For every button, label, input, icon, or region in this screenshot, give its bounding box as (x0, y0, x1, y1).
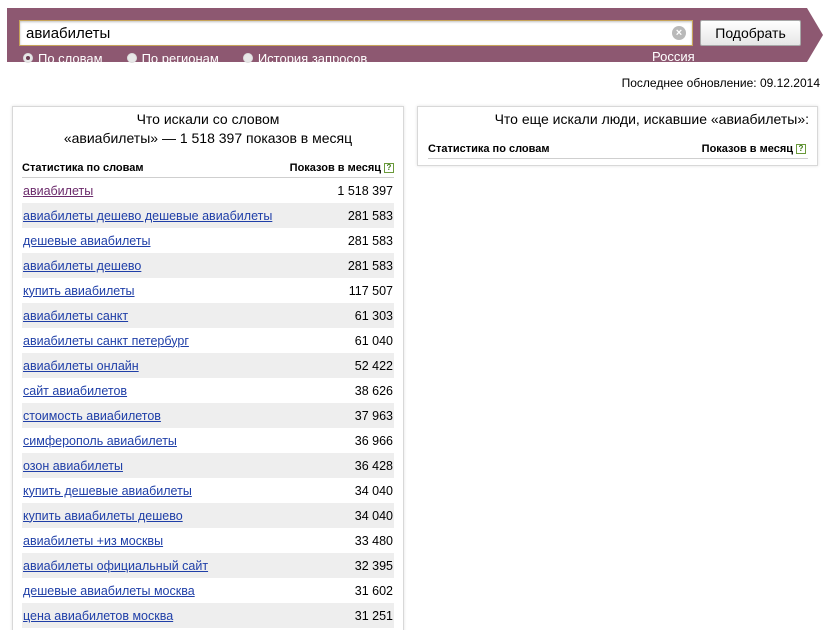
table-row: авиабилеты онлайн 52 422 (22, 353, 394, 378)
mode-by-words-label: По словам (38, 50, 103, 66)
table-row: сайт авиабилетов 38 626 (22, 378, 394, 403)
radio-checked-icon (23, 53, 33, 63)
words-panel-title: Что искали со словом «авиабилеты» — 1 51… (13, 107, 403, 148)
mode-history-label: История запросов (257, 50, 368, 66)
shows-count: 36 966 (354, 433, 393, 448)
mode-by-regions[interactable]: По регионам (126, 50, 219, 66)
words-table-body: авиабилеты 1 518 397 авиабилеты дешево деш… (22, 178, 394, 628)
related-panel-title: Что еще искали люди, искавшие «авиабилет… (494, 111, 809, 127)
table-row: авиабилеты дешево дешевые авиабилеты 281 … (22, 203, 394, 228)
shows-count: 32 395 (354, 558, 393, 573)
col-words-header: Статистика по словам (22, 162, 144, 174)
phrase-link[interactable]: сайт авиабилетов (23, 384, 127, 398)
phrase-link[interactable]: авиабилеты дешево (23, 259, 141, 273)
search-box: × (19, 20, 693, 46)
shows-count: 117 507 (348, 283, 393, 298)
radio-icon (242, 53, 253, 63)
help-icon[interactable]: ? (384, 163, 394, 174)
mode-radio-group: По словам По регионам История запросов (23, 50, 391, 66)
phrase-link[interactable]: дешевые авиабилеты москва (23, 584, 195, 598)
col-shows-header: Показов в месяц? (290, 162, 394, 174)
words-table-header: Статистика по словам Показов в месяц? (22, 161, 394, 175)
region-link[interactable]: Россия (652, 50, 695, 65)
last-update: Последнее обновление: 09.12.2014 (621, 76, 820, 90)
table-row: озон авиабилеты 36 428 (22, 453, 394, 478)
phrase-link[interactable]: купить дешевые авиабилеты (23, 484, 192, 498)
shows-count: 281 583 (347, 208, 393, 223)
shows-count: 33 480 (354, 533, 393, 548)
phrase-link[interactable]: авиабилеты онлайн (23, 359, 139, 373)
phrase-link[interactable]: авиабилеты санкт петербург (23, 334, 189, 348)
top-search-bar: × Подобрать По словам По регионам Истори… (7, 8, 807, 66)
table-row: дешевые авиабилеты москва 31 602 (22, 578, 394, 603)
table-row: дешевые авиабилеты 281 583 (22, 228, 394, 253)
phrase-link[interactable]: авиабилеты (23, 184, 93, 198)
mode-by-regions-label: По регионам (141, 50, 219, 66)
table-row: авиабилеты +из москвы 33 480 (22, 528, 394, 553)
mode-history[interactable]: История запросов (242, 50, 368, 66)
phrase-link[interactable]: авиабилеты официальный сайт (23, 559, 208, 573)
table-row: стоимость авиабилетов 37 963 (22, 403, 394, 428)
shows-count: 38 626 (354, 383, 393, 398)
phrase-link[interactable]: авиабилеты +из москвы (23, 534, 163, 548)
phrase-link[interactable]: авиабилеты дешево дешевые авиабилеты (23, 209, 272, 223)
phrase-link[interactable]: озон авиабилеты (23, 459, 123, 473)
shows-count: 281 583 (347, 258, 393, 273)
table-row: цена авиабилетов москва 31 251 (22, 603, 394, 628)
shows-count: 31 251 (354, 608, 393, 623)
shows-count: 34 040 (354, 508, 393, 523)
shows-count: 34 040 (354, 483, 393, 498)
phrase-link[interactable]: купить авиабилеты (23, 284, 135, 298)
col-words-header: Статистика по словам (428, 143, 550, 155)
shows-count: 31 602 (354, 583, 393, 598)
help-icon[interactable]: ? (796, 144, 806, 155)
related-panel: Что еще искали люди, искавшие «авиабилет… (417, 106, 818, 166)
shows-count: 61 040 (354, 333, 393, 348)
shows-count: 37 963 (354, 408, 393, 423)
phrase-link[interactable]: авиабилеты санкт (23, 309, 128, 323)
phrase-link[interactable]: купить авиабилеты дешево (23, 509, 183, 523)
table-row: авиабилеты дешево 281 583 (22, 253, 394, 278)
phrase-link[interactable]: цена авиабилетов москва (23, 609, 173, 623)
phrase-link[interactable]: симферополь авиабилеты (23, 434, 177, 448)
table-row: авиабилеты санкт петербург 61 040 (22, 328, 394, 353)
search-input[interactable] (26, 23, 666, 43)
shows-count: 36 428 (354, 458, 393, 473)
phrase-link[interactable]: дешевые авиабилеты (23, 234, 150, 248)
words-panel-title-line1: Что искали со словом (136, 111, 280, 127)
table-row: авиабилеты санкт 61 303 (22, 303, 394, 328)
header-arrow-decoration (807, 8, 823, 62)
words-panel: Что искали со словом «авиабилеты» — 1 51… (12, 106, 404, 630)
table-row: авиабилеты 1 518 397 (22, 178, 394, 203)
table-row: симферополь авиабилеты 36 966 (22, 428, 394, 453)
shows-count: 52 422 (354, 358, 393, 373)
header-divider (428, 158, 808, 159)
words-panel-title-line2: «авиабилеты» — 1 518 397 показов в месяц (63, 130, 353, 146)
table-row: авиабилеты официальный сайт 32 395 (22, 553, 394, 578)
clear-icon[interactable]: × (672, 26, 686, 40)
radio-icon (126, 53, 137, 63)
shows-count: 61 303 (354, 308, 393, 323)
table-row: купить авиабилеты дешево 34 040 (22, 503, 394, 528)
shows-count: 281 583 (347, 233, 393, 248)
shows-count: 1 518 397 (337, 183, 393, 198)
submit-button[interactable]: Подобрать (700, 20, 801, 46)
table-row: купить дешевые авиабилеты 34 040 (22, 478, 394, 503)
mode-by-words[interactable]: По словам (23, 51, 103, 66)
table-row: купить авиабилеты 117 507 (22, 278, 394, 303)
related-table-header: Статистика по словам Показов в месяц? (428, 142, 806, 156)
phrase-link[interactable]: стоимость авиабилетов (23, 409, 161, 423)
col-shows-header: Показов в месяц? (702, 143, 806, 155)
